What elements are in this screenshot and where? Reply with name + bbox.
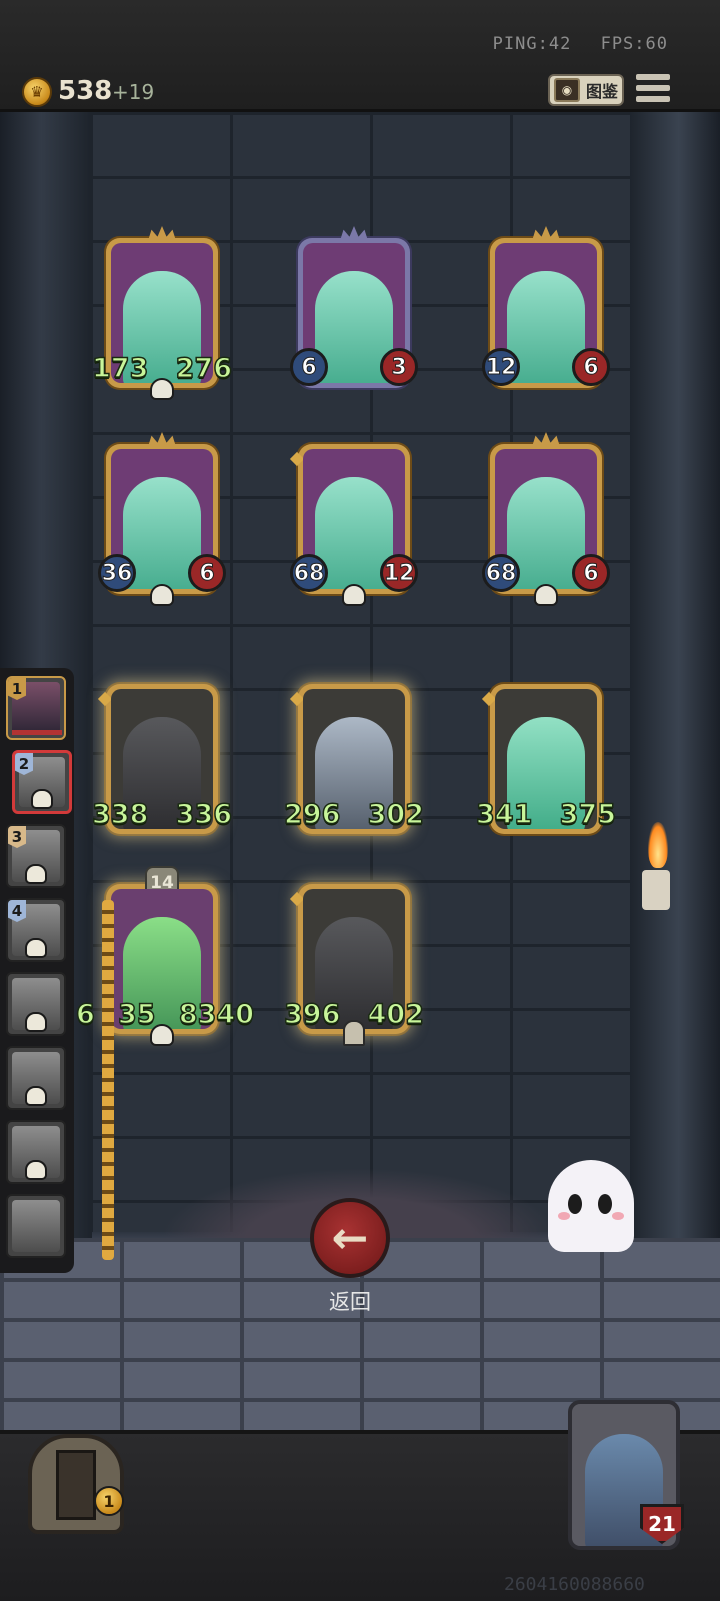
card-attack: 396 [283, 998, 341, 1031]
card-health: 6 [572, 554, 610, 592]
enemy-card[interactable]: 36 6 [98, 432, 226, 606]
shop-coin-count: 1 [94, 1486, 124, 1516]
game-seed: 2604160088660 [504, 1574, 645, 1595]
back-button[interactable]: ← [310, 1198, 390, 1278]
top-bar: PING:42 FPS:60 ♛ 538 +19 ◉ 图鉴 [0, 0, 720, 112]
card-health: 302 [367, 798, 425, 831]
card-attack: 6 [75, 998, 95, 1031]
gold-amount: 538 [58, 76, 113, 106]
card-attack: 68 [290, 554, 328, 592]
torch-flame [648, 822, 668, 868]
card-attack: 36 [98, 554, 136, 592]
arrow-left-icon: ← [331, 1212, 369, 1264]
hand-card-portrait [12, 1200, 60, 1252]
hand-slot-number: 1 [8, 678, 26, 700]
hand-card[interactable] [6, 1120, 66, 1184]
card-attack: 12 [482, 348, 520, 386]
card-attack: 341 [475, 798, 533, 831]
enemy-card[interactable]: 68 6 [482, 432, 610, 606]
hand-card[interactable]: 3 [6, 824, 66, 888]
skull-icon [150, 378, 174, 400]
skull-icon [25, 1012, 47, 1032]
book-icon: ◉ [554, 78, 580, 102]
player-card[interactable]: 341 375 [475, 684, 617, 834]
skull-icon [25, 1160, 47, 1180]
player-card[interactable]: 296 302 [283, 684, 425, 834]
gold-chain-decoration [102, 900, 114, 1260]
gold-income: +19 [112, 80, 155, 104]
hand-panel: 1 2 3 4 [0, 668, 74, 1273]
card-health: 12 [380, 554, 418, 592]
tombstone-icon [343, 1020, 365, 1046]
card-attack: 173 [91, 352, 149, 385]
skull-icon [534, 584, 558, 606]
hand-card[interactable]: 2 [12, 750, 72, 814]
card-bonus-stat: 8340 [178, 998, 255, 1031]
card-health: 402 [367, 998, 425, 1031]
right-pillar [628, 112, 720, 1242]
gold-coin-icon: ♛ [22, 77, 52, 107]
codex-button[interactable]: ◉ 图鉴 [548, 74, 624, 106]
skull-icon [25, 938, 47, 958]
card-health: 3 [380, 348, 418, 386]
skull-icon [31, 789, 53, 809]
card-attack: 68 [482, 554, 520, 592]
card-health: 276 [175, 352, 233, 385]
network-stats: PING:42 FPS:60 [475, 34, 668, 54]
hand-card[interactable] [6, 1194, 66, 1258]
card-attack: 296 [283, 798, 341, 831]
card-health: 336 [175, 798, 233, 831]
hand-slot-number: 2 [15, 753, 33, 775]
hand-slot-number: 4 [8, 900, 26, 922]
menu-icon[interactable] [636, 74, 670, 104]
game-screen: PING:42 FPS:60 ♛ 538 +19 ◉ 图鉴 173 276 6 … [0, 0, 720, 1601]
candle-icon [642, 870, 670, 910]
ghost-mascot[interactable] [548, 1160, 634, 1252]
codex-label: 图鉴 [586, 82, 619, 101]
hand-card[interactable] [6, 1046, 66, 1110]
skull-icon [342, 584, 366, 606]
card-attack: 338 [91, 798, 149, 831]
enemy-card[interactable]: 6 3 [290, 226, 418, 388]
hand-card[interactable]: 4 [6, 898, 66, 962]
ping-readout: PING:42 [492, 34, 572, 54]
fps-readout: FPS:60 [600, 34, 668, 54]
door-icon [56, 1450, 96, 1520]
card-health: 6 [188, 554, 226, 592]
enemy-card[interactable]: 173 276 [91, 226, 233, 400]
skull-icon [150, 584, 174, 606]
card-attack: 6 [290, 348, 328, 386]
hand-slot-number: 3 [8, 826, 26, 848]
back-label: 返回 [329, 1290, 371, 1314]
card-health: 375 [559, 798, 617, 831]
hand-card-health-bar [12, 730, 62, 735]
card-health: 6 [572, 348, 610, 386]
skull-icon [25, 1086, 47, 1106]
hand-card[interactable] [6, 972, 66, 1036]
hand-card[interactable]: 1 [6, 676, 66, 740]
card-health: 35 [117, 998, 156, 1031]
skull-icon [25, 864, 47, 884]
player-card[interactable]: 14 6 35 8340 [75, 866, 255, 1046]
player-card[interactable]: 396 402 [283, 884, 425, 1046]
enemy-card[interactable]: 68 12 [289, 444, 418, 606]
shop-button[interactable]: 1 [10, 1410, 140, 1540]
player-card[interactable]: 338 336 [91, 684, 233, 834]
enemy-card[interactable]: 12 6 [482, 226, 610, 388]
